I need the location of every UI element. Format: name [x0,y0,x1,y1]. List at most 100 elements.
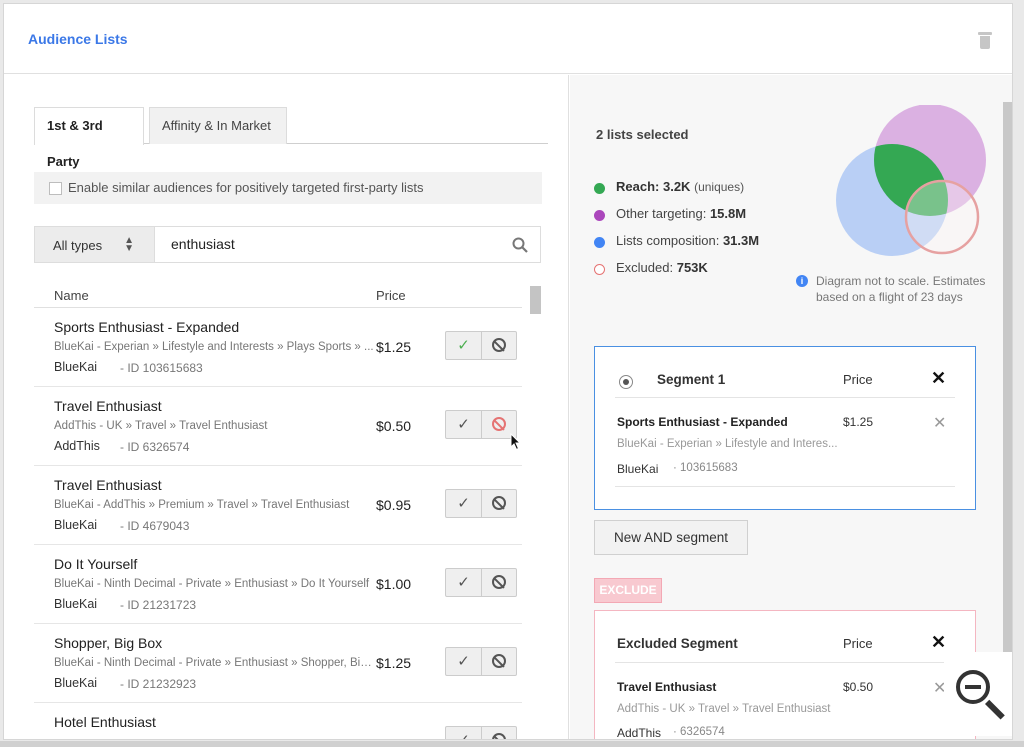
row-id: - ID 21232923 [120,677,197,691]
legend-value: 31.3M [722,233,760,248]
audience-lists-panel: Audience Lists 1st & 3rd Party Affinity … [3,3,1013,740]
excluded-segment-card: Excluded Segment Price ✕ Travel Enthusia… [594,610,976,739]
row-id: - ID 4679043 [120,519,190,533]
close-icon[interactable]: ✕ [931,368,946,389]
purple-dot-icon [594,210,605,221]
legend-label: Other targeting: [616,206,707,221]
lists-selected-count: 2 lists selected [596,127,689,142]
remove-item-icon[interactable]: ✕ [933,413,946,433]
venn-diagram [836,105,986,256]
trash-icon[interactable] [978,32,992,50]
search-box [155,226,541,263]
include-check-icon[interactable]: ✓ [446,490,482,517]
table-row: Travel Enthusiast BlueKai - AddThis » Pr… [34,466,522,545]
row-path: BlueKai - Experian » Lifestyle and Inter… [54,341,374,353]
include-exclude-buttons: ✓ [445,331,517,360]
row-path: BlueKai - Ninth Decimal - Private » Enth… [54,578,370,590]
close-icon[interactable]: ✕ [931,632,946,653]
segment-item-path: BlueKai - Experian » Lifestyle and Inter… [617,438,838,450]
include-check-icon[interactable]: ✓ [446,332,482,359]
legend-value: 753K [676,260,708,275]
search-input[interactable] [171,236,491,252]
row-path: BlueKai - AddThis » Premium » Travel » T… [54,499,350,511]
type-select-value: All types [53,238,103,253]
green-dot-icon [594,183,605,194]
legend-label: Lists composition: [616,233,720,248]
exclude-block-button[interactable] [482,648,517,675]
row-id: - ID 103615683 [120,361,203,375]
segment-item-price: $1.25 [843,415,874,429]
row-title: Hotel Enthusiast [54,714,156,730]
excluded-item-price: $0.50 [843,680,874,694]
segment-item-id: · 103615683 [673,462,738,474]
row-title: Travel Enthusiast [54,477,162,493]
table-row: Travel Enthusiast AddThis - UK » Travel … [34,387,522,466]
list-scroll-thumb[interactable] [530,286,541,314]
tab-first-third-party[interactable]: 1st & 3rd Party [34,107,144,169]
reach-summary: 2 lists selected Reach: 3.2K (uniques) O… [570,75,1012,739]
blue-dot-icon [594,237,605,248]
row-path: BlueKai - Ninth Decimal - Private » Enth… [54,657,374,669]
similar-audiences-checkbox[interactable] [49,182,62,195]
row-provider: BlueKai [54,360,98,374]
segment-card: Segment 1 Price ✕ Sports Enthusiast - Ex… [594,346,976,510]
include-check-icon[interactable]: ✓ [446,648,482,675]
similar-audiences-label: Enable similar audiences for positively … [68,180,424,195]
new-and-segment-button[interactable]: New AND segment [594,520,748,555]
segment-price-header: Price [843,372,873,387]
include-check-icon[interactable]: ✓ [446,411,482,438]
row-provider: AddThis [54,439,100,453]
row-id: - ID 6326574 [120,440,190,454]
row-price: $1.25 [376,339,412,355]
include-exclude-buttons: ✓ [445,568,517,597]
block-icon [492,496,506,510]
similar-audiences-option[interactable]: Enable similar audiences for positively … [34,172,542,204]
excluded-item-id-value: 6326574 [680,726,725,738]
table-row: Shopper, Big Box BlueKai - Ninth Decimal… [34,624,522,703]
legend-value: 15.8M [709,206,747,221]
tab-bar: 1st & 3rd Party Affinity & In Market [34,107,548,169]
column-header-name: Name [54,288,89,303]
row-price: $0.95 [376,497,412,513]
exclude-block-button[interactable] [482,490,517,517]
mouse-cursor-icon [510,433,522,451]
segment-radio[interactable] [619,375,633,389]
page-title[interactable]: Audience Lists [28,31,128,47]
table-row: Do It Yourself BlueKai - Ninth Decimal -… [34,545,522,624]
exclude-block-button[interactable] [482,727,517,739]
red-ring-icon [594,264,605,275]
segment-title: Segment 1 [657,372,726,387]
row-price: $0.50 [376,418,412,434]
row-price: $1.25 [376,655,412,671]
excluded-item-id: · 6326574 [673,726,725,738]
segment-item-provider: BlueKai [617,462,659,476]
table-row: Sports Enthusiast - Expanded BlueKai - E… [34,308,522,387]
search-icon[interactable] [512,237,528,253]
row-price: $1.00 [376,576,412,592]
exclude-block-button[interactable] [482,569,517,596]
list-scrollbar[interactable] [530,286,542,739]
block-icon [492,733,506,739]
block-icon [492,417,506,431]
tab-affinity-in-market[interactable]: Affinity & In Market [149,107,287,144]
include-check-icon[interactable]: ✓ [446,569,482,596]
include-check-icon[interactable]: ✓ [446,727,482,739]
legend-label: Reach: [616,179,660,194]
panel-scrollbar[interactable] [1003,102,1012,672]
segment-item-id-value: 103615683 [680,462,738,474]
column-header-price: Price [376,288,406,303]
info-icon: i [796,275,808,287]
excluded-price-header: Price [843,636,873,651]
audience-picker: 1st & 3rd Party Affinity & In Market Ena… [4,75,569,739]
zoom-out-icon[interactable] [944,652,1012,736]
row-path: AddThis - UK » Travel » Travel Enthusias… [54,420,268,432]
row-provider: BlueKai [54,597,98,611]
type-select[interactable]: All types ▲ ▼ [34,226,155,263]
include-exclude-buttons: ✓ [445,647,517,676]
row-id: - ID 21231723 [120,598,197,612]
table-header: Name Price [34,281,522,308]
row-title: Shopper, Big Box [54,635,163,651]
exclude-block-button[interactable] [482,332,517,359]
bottom-edge [0,741,1024,747]
row-provider: BlueKai [54,518,98,532]
